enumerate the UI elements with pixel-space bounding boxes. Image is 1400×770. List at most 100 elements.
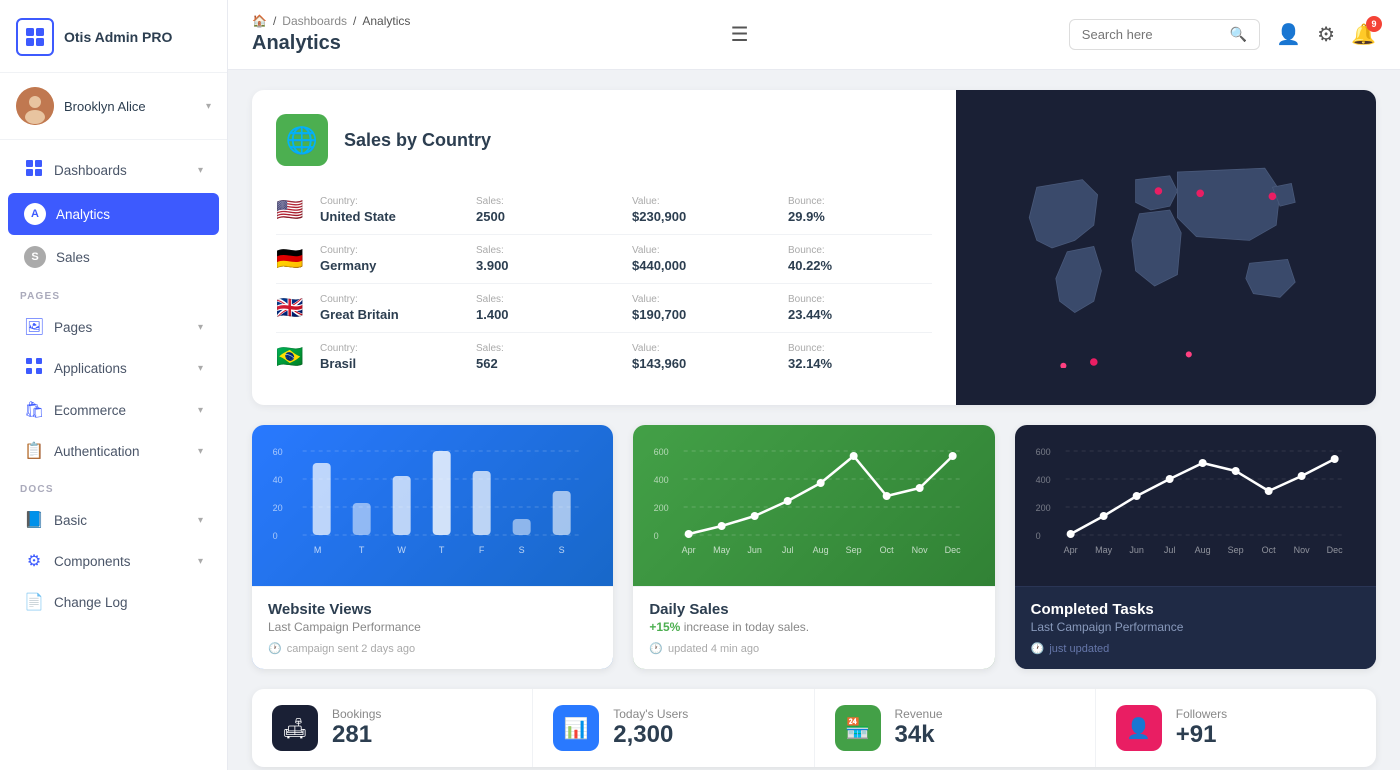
daily-sales-footer: Daily Sales +15% increase in today sales… xyxy=(633,586,994,669)
sidebar-item-analytics[interactable]: A Analytics xyxy=(8,193,219,235)
search-box: 🔍 xyxy=(1069,19,1260,50)
sales-title: Sales by Country xyxy=(344,130,491,151)
docs-section-label: DOCS xyxy=(0,472,227,499)
notification-badge: 9 xyxy=(1366,16,1382,32)
chart-row: 60 40 20 0 M T xyxy=(252,425,1376,669)
bar-chart-svg: 60 40 20 0 M T xyxy=(268,441,597,581)
sidebar-item-basic[interactable]: 📘 Basic ▾ xyxy=(8,500,219,540)
flag-us: 🇺🇸 xyxy=(276,197,308,223)
clock-icon: 🕐 xyxy=(1031,642,1045,655)
daily-sales-meta: 🕐 updated 4 min ago xyxy=(649,642,978,655)
clock-icon: 🕐 xyxy=(649,642,663,655)
completed-tasks-meta: 🕐 just updated xyxy=(1031,642,1360,655)
stat-followers: 👤 Followers +91 xyxy=(1096,689,1376,767)
sidebar-item-ecommerce-label: Ecommerce xyxy=(54,403,126,418)
website-views-subtitle: Last Campaign Performance xyxy=(268,620,597,634)
svg-text:Apr: Apr xyxy=(682,545,696,555)
sidebar-item-dashboards-label: Dashboards xyxy=(54,163,127,178)
page-title: Analytics xyxy=(252,32,410,55)
svg-text:F: F xyxy=(479,545,485,555)
components-chevron-icon: ▾ xyxy=(198,556,203,567)
settings-icon[interactable]: ⚙ xyxy=(1317,22,1335,47)
basic-chevron-icon: ▾ xyxy=(198,515,203,526)
logo-icon xyxy=(16,18,54,56)
svg-text:60: 60 xyxy=(273,447,283,457)
menu-icon[interactable]: ☰ xyxy=(731,22,749,47)
sidebar-item-authentication-label: Authentication xyxy=(54,444,140,459)
sales-letter-icon: S xyxy=(24,246,46,268)
svg-text:Sep: Sep xyxy=(1227,545,1243,555)
sidebar-item-authentication[interactable]: 📋 Authentication ▾ xyxy=(8,431,219,471)
sidebar-item-ecommerce[interactable]: 🛍 Ecommerce ▾ xyxy=(8,390,219,430)
followers-icon: 👤 xyxy=(1126,716,1151,741)
svg-text:May: May xyxy=(713,545,731,555)
svg-text:T: T xyxy=(359,545,365,555)
home-icon: 🏠 xyxy=(252,14,267,28)
sidebar-item-changelog-label: Change Log xyxy=(54,595,128,610)
svg-text:Aug: Aug xyxy=(813,545,829,555)
ecommerce-chevron-icon: ▾ xyxy=(198,405,203,416)
sidebar-item-pages[interactable]: 🖼 Pages ▾ xyxy=(8,307,219,347)
breadcrumb-dashboards[interactable]: Dashboards xyxy=(282,14,347,28)
pages-section-label: PAGES xyxy=(0,279,227,306)
search-input[interactable] xyxy=(1082,27,1222,42)
sidebar-item-basic-label: Basic xyxy=(54,513,87,528)
revenue-icon-wrap: 🏪 xyxy=(835,705,881,751)
authentication-chevron-icon: ▾ xyxy=(198,446,203,457)
world-map-area xyxy=(956,90,1376,405)
revenue-icon: 🏪 xyxy=(845,716,870,741)
svg-text:M: M xyxy=(314,545,322,555)
user-profile[interactable]: Brooklyn Alice ▾ xyxy=(0,73,227,140)
today-users-icon-wrap: 📊 xyxy=(553,705,599,751)
svg-text:200: 200 xyxy=(1035,503,1050,513)
today-users-value: 2,300 xyxy=(613,721,688,749)
table-row: 🇬🇧 Country: Great Britain Sales: 1.400 V… xyxy=(276,284,932,333)
breadcrumb-analytics: Analytics xyxy=(362,14,410,28)
notification-icon[interactable]: 🔔 9 xyxy=(1351,22,1376,47)
stat-bookings-data: Bookings 281 xyxy=(332,707,381,749)
sidebar-item-applications[interactable]: Applications ▾ xyxy=(8,348,219,389)
daily-sales-svg: 600 400 200 0 xyxy=(649,441,978,581)
svg-text:S: S xyxy=(519,545,525,555)
svg-text:Oct: Oct xyxy=(880,545,895,555)
sidebar-item-sales[interactable]: S Sales xyxy=(8,236,219,278)
followers-value: +91 xyxy=(1176,721,1227,749)
svg-text:Nov: Nov xyxy=(1293,545,1310,555)
sidebar-item-changelog[interactable]: 📄 Change Log xyxy=(8,582,219,622)
revenue-value: 34k xyxy=(895,721,943,749)
sidebar-item-dashboards[interactable]: Dashboards ▾ xyxy=(8,149,219,192)
breadcrumb: 🏠 / Dashboards / Analytics xyxy=(252,14,410,28)
user-icon[interactable]: 👤 xyxy=(1276,22,1301,47)
completed-tasks-card: 600 400 200 0 xyxy=(1015,425,1376,669)
sidebar: Otis Admin PRO Brooklyn Alice ▾ xyxy=(0,0,228,770)
svg-text:Nov: Nov xyxy=(912,545,929,555)
sales-by-country-card: 🌐 Sales by Country 🇺🇸 Country: United St… xyxy=(252,90,1376,405)
stat-today-users-data: Today's Users 2,300 xyxy=(613,707,688,749)
completed-tasks-footer: Completed Tasks Last Campaign Performanc… xyxy=(1015,586,1376,669)
stat-revenue: 🏪 Revenue 34k xyxy=(815,689,1096,767)
flag-br: 🇧🇷 xyxy=(276,344,308,370)
stat-today-users: 📊 Today's Users 2,300 xyxy=(533,689,814,767)
main-content: 🏠 / Dashboards / Analytics Analytics ☰ 🔍… xyxy=(228,0,1400,770)
col-value-us: Value: $230,900 xyxy=(632,196,776,224)
user-name: Brooklyn Alice xyxy=(64,99,146,114)
clock-icon: 🕐 xyxy=(268,642,282,655)
sales-table: 🇺🇸 Country: United State Sales: 2500 Val… xyxy=(276,186,932,381)
changelog-icon: 📄 xyxy=(24,592,44,612)
svg-text:S: S xyxy=(559,545,565,555)
header-right: 🔍 👤 ⚙ 🔔 9 xyxy=(1069,19,1376,50)
daily-sales-chart: 600 400 200 0 xyxy=(633,425,994,586)
app-name: Otis Admin PRO xyxy=(64,29,172,45)
table-row: 🇩🇪 Country: Germany Sales: 3.900 Value: … xyxy=(276,235,932,284)
stat-bookings: 🛋 Bookings 281 xyxy=(252,689,533,767)
stat-followers-data: Followers +91 xyxy=(1176,707,1227,749)
header-left: 🏠 / Dashboards / Analytics Analytics xyxy=(252,14,410,55)
sidebar-item-components[interactable]: ⚙ Components ▾ xyxy=(8,541,219,581)
svg-text:400: 400 xyxy=(654,475,669,485)
bookings-value: 281 xyxy=(332,721,381,749)
sales-header: 🌐 Sales by Country xyxy=(276,114,932,166)
sidebar-item-applications-label: Applications xyxy=(54,361,127,376)
svg-text:600: 600 xyxy=(654,447,669,457)
svg-text:0: 0 xyxy=(1035,531,1040,541)
top-header: 🏠 / Dashboards / Analytics Analytics ☰ 🔍… xyxy=(228,0,1400,70)
